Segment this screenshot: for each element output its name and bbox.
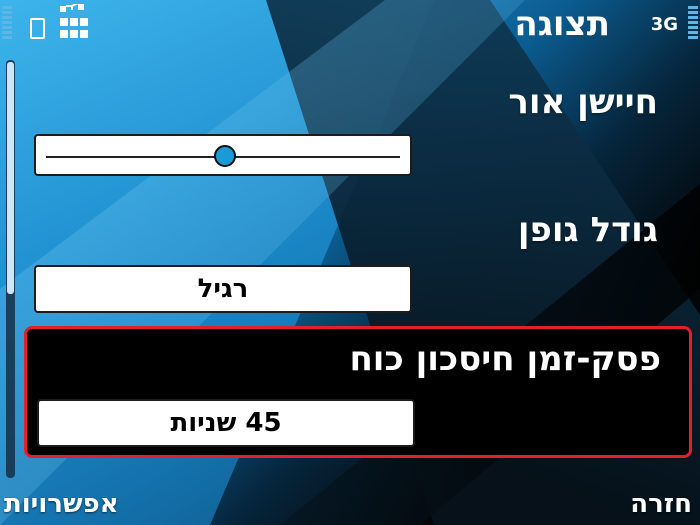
signal-bars-icon — [2, 6, 12, 42]
scrollbar[interactable] — [6, 60, 15, 478]
back-softkey[interactable]: חזרה — [630, 489, 692, 519]
power-saver-timeout-label: פסק-זמן חיסכון כוח — [349, 339, 661, 379]
font-size-label: גודל גופן — [517, 210, 658, 250]
slider-knob[interactable] — [214, 145, 236, 167]
network-type-label: 3G — [650, 14, 678, 35]
usb-connection-icon — [60, 4, 88, 38]
scrollbar-thumb[interactable] — [7, 62, 14, 294]
options-softkey[interactable]: אפשרויות — [4, 489, 119, 519]
light-sensor-slider[interactable] — [34, 134, 412, 176]
page-title: תצוגה — [514, 4, 610, 44]
power-saver-timeout-item[interactable]: פסק-זמן חיסכון כוח 45 שניות — [24, 326, 692, 458]
power-saver-timeout-value[interactable]: 45 שניות — [37, 399, 415, 447]
light-sensor-label: חיישן אור — [508, 82, 658, 122]
sim-icon — [30, 18, 45, 39]
battery-bars-icon — [688, 6, 698, 42]
font-size-value[interactable]: רגיל — [34, 265, 412, 313]
